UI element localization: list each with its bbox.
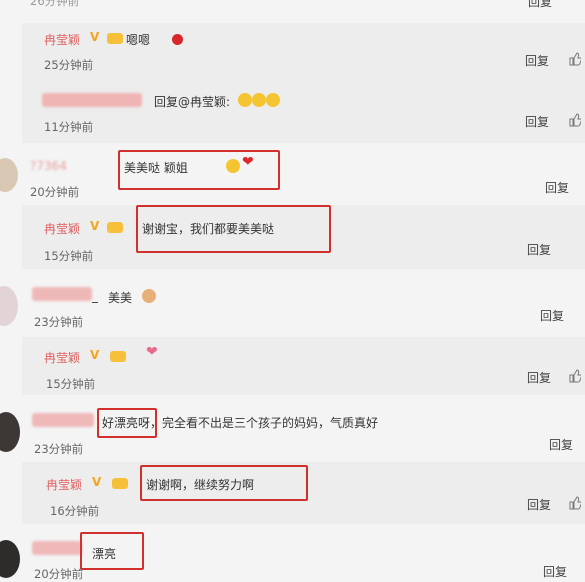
- comment-author-blurred: [42, 93, 142, 107]
- avatar[interactable]: [0, 158, 18, 192]
- comment-time: 16分钟前: [50, 504, 100, 518]
- reply-block: [22, 23, 585, 83]
- comment-time: 23分钟前: [34, 315, 84, 329]
- member-badge-icon: [107, 33, 123, 44]
- comment-text: 嗯嗯: [126, 33, 151, 47]
- reply-button[interactable]: 回复: [549, 436, 573, 453]
- comment-time: 25分钟前: [44, 58, 94, 72]
- comment-author-blurred: [32, 541, 82, 555]
- heart-gift-icon: ❤: [146, 344, 158, 360]
- comment-author[interactable]: ?7364: [30, 159, 67, 173]
- comment-time: 26分钟前: [30, 0, 80, 8]
- reply-button[interactable]: 回复: [527, 369, 551, 386]
- member-badge-icon: [107, 222, 123, 233]
- verified-v-icon: V: [90, 219, 100, 233]
- avatar[interactable]: [0, 286, 18, 326]
- comment-time: 20分钟前: [30, 185, 80, 199]
- flower-emoji-icon: [172, 34, 183, 45]
- comment-author-blurred: [32, 413, 94, 427]
- avatar[interactable]: [0, 412, 20, 452]
- comment-text: 美美: [108, 291, 133, 305]
- comment-time: 15分钟前: [44, 249, 94, 263]
- member-badge-icon: [112, 478, 128, 489]
- comment-author-suffix: _: [92, 289, 98, 303]
- verified-v-icon: V: [90, 30, 100, 44]
- member-badge-icon: [110, 351, 126, 362]
- verified-v-icon: V: [92, 475, 102, 489]
- avatar[interactable]: [0, 540, 20, 578]
- reply-button[interactable]: 回复: [525, 52, 549, 69]
- comment-author[interactable]: 冉莹颖: [46, 476, 82, 493]
- comment-time: 15分钟前: [46, 377, 96, 391]
- reply-block: [22, 83, 585, 143]
- comment-author[interactable]: 冉莹颖: [44, 349, 80, 366]
- comment-author[interactable]: 冉莹颖: [44, 31, 80, 48]
- like-icon[interactable]: [569, 496, 581, 510]
- reply-button[interactable]: 回复: [540, 307, 564, 324]
- verified-v-icon: V: [90, 348, 100, 362]
- reply-button[interactable]: 回复: [527, 496, 551, 513]
- comment-author-blurred: [32, 287, 92, 301]
- highlight-box: [136, 205, 331, 253]
- reply-button[interactable]: 回复: [545, 179, 569, 196]
- emoji-icon: [266, 93, 280, 107]
- reply-button[interactable]: 回复: [525, 113, 549, 130]
- highlight-box: [140, 465, 308, 501]
- reply-button[interactable]: 回复: [528, 0, 552, 10]
- comment-thread: 26分钟前 回复 冉莹颖 V 嗯嗯 25分钟前 回复 回复@冉莹颖: 11分钟前…: [0, 0, 585, 581]
- comment-time: 11分钟前: [44, 120, 94, 134]
- reply-block: [22, 337, 585, 395]
- comment-author[interactable]: 冉莹颖: [44, 220, 80, 237]
- like-icon[interactable]: [569, 369, 581, 383]
- emoji-icon: [252, 93, 266, 107]
- comment-time: 20分钟前: [34, 567, 84, 581]
- emoji-icon: [238, 93, 252, 107]
- reply-button[interactable]: 回复: [543, 563, 567, 580]
- like-icon[interactable]: [569, 113, 581, 127]
- emoji-icon: [142, 289, 156, 303]
- like-icon[interactable]: [569, 52, 581, 66]
- highlight-box: [118, 150, 280, 190]
- highlight-box: [97, 408, 157, 438]
- comment-time: 23分钟前: [34, 442, 84, 456]
- highlight-box: [80, 532, 144, 570]
- reply-button[interactable]: 回复: [527, 241, 551, 258]
- comment-text: 回复@冉莹颖:: [154, 95, 231, 109]
